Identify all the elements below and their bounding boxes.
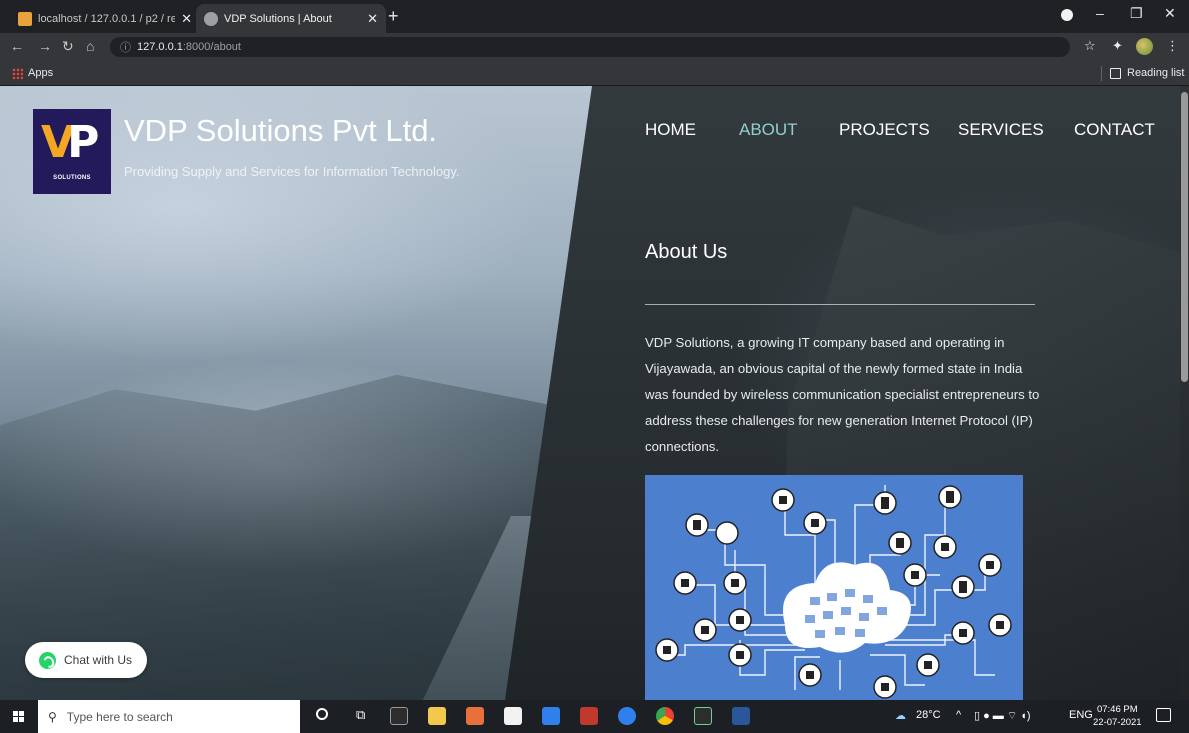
notification-icon[interactable]: [1156, 708, 1171, 722]
taskbar-search-input[interactable]: ⚲ Type here to search: [38, 700, 300, 733]
chrome-icon[interactable]: [656, 707, 674, 725]
url-path: :8000/about: [182, 41, 241, 53]
forward-icon[interactable]: →: [38, 38, 52, 54]
reading-list-button[interactable]: Reading list: [1127, 67, 1184, 79]
tab-phpmyadmin[interactable]: localhost / 127.0.0.1 / p2 / review ✕: [10, 4, 200, 33]
weather-icon: ☁: [895, 710, 906, 722]
close-tab-icon[interactable]: ✕: [181, 11, 192, 27]
nav-contact[interactable]: CONTACT: [1074, 120, 1155, 140]
cortana-icon[interactable]: [316, 708, 328, 720]
bookmark-star-icon[interactable]: ☆: [1084, 38, 1096, 54]
divider: [645, 304, 1035, 305]
windows-start-icon[interactable]: [13, 711, 25, 723]
nav-projects[interactable]: PROJECTS: [839, 120, 930, 140]
chat-label: Chat with Us: [64, 653, 133, 667]
nav-home[interactable]: HOME: [645, 120, 696, 140]
terminal-app-icon[interactable]: [390, 707, 408, 725]
screen: localhost / 127.0.0.1 / p2 / review ✕ VD…: [0, 0, 1189, 733]
notepad-plus-icon[interactable]: [694, 707, 712, 725]
bookmark-apps[interactable]: Apps: [28, 67, 53, 79]
mcafee-icon[interactable]: [580, 707, 598, 725]
apps-grid-icon[interactable]: [12, 68, 23, 79]
close-tab-icon[interactable]: ✕: [367, 11, 378, 27]
language-indicator[interactable]: ENG: [1069, 709, 1093, 721]
reload-icon[interactable]: ↻: [62, 38, 74, 55]
globe-icon: [204, 11, 218, 26]
weather-temp[interactable]: 28°C: [916, 709, 941, 721]
url-host: 127.0.0.1: [137, 41, 183, 53]
word-icon[interactable]: [732, 707, 750, 725]
reading-list-icon[interactable]: [1110, 68, 1121, 79]
page-viewport: VP SOLUTIONS VDP Solutions Pvt Ltd. Prov…: [0, 86, 1189, 700]
clock-date: 22-07-2021: [1093, 717, 1142, 728]
browser-toolbar: ← → ↻ ⌂ ⓘ 127.0.0.1:8000/about ☆ ✦ ⋮: [0, 33, 1189, 61]
logo-subtext: SOLUTIONS: [53, 175, 91, 181]
browser-tab-bar: localhost / 127.0.0.1 / p2 / review ✕ VD…: [0, 0, 1189, 33]
tab-title: VDP Solutions | About: [224, 12, 332, 25]
close-window-icon[interactable]: ✕: [1164, 5, 1176, 22]
clock-time: 07:46 PM: [1096, 704, 1138, 715]
site-logo[interactable]: VP SOLUTIONS: [33, 109, 111, 194]
restore-icon[interactable]: ❐: [1130, 5, 1143, 22]
iot-cloud-illustration: [645, 475, 1023, 700]
site-tagline: Providing Supply and Services for Inform…: [124, 164, 460, 179]
menu-icon[interactable]: ⋮: [1166, 38, 1179, 54]
divider: [1101, 66, 1102, 81]
search-icon: ⚲: [48, 709, 57, 724]
about-heading: About Us: [645, 241, 728, 263]
about-paragraph: VDP Solutions, a growing IT company base…: [645, 335, 1040, 454]
profile-icon[interactable]: [1061, 9, 1073, 21]
chat-with-us-button[interactable]: Chat with Us: [25, 642, 147, 678]
search-placeholder: Type here to search: [66, 709, 173, 724]
show-hidden-icons-icon[interactable]: ^: [956, 709, 961, 721]
tab-vdp-about[interactable]: VDP Solutions | About ✕: [196, 4, 386, 33]
phpmyadmin-icon: [18, 11, 32, 26]
tab-title: localhost / 127.0.0.1 / p2 / review: [38, 12, 176, 25]
taskbar-clock[interactable]: 07:46 PM 22-07-2021: [1093, 703, 1142, 729]
home-icon[interactable]: ⌂: [86, 38, 94, 54]
back-icon[interactable]: ←: [10, 38, 24, 54]
logo-mark: VP: [41, 117, 99, 168]
app-icon[interactable]: [618, 707, 636, 725]
file-explorer-icon[interactable]: [428, 707, 446, 725]
page-scrollbar[interactable]: [1180, 86, 1189, 700]
store-icon[interactable]: [504, 707, 522, 725]
iot-network-graphic: [655, 485, 1012, 699]
scrollbar-thumb[interactable]: [1181, 92, 1188, 382]
whatsapp-icon: [39, 651, 56, 669]
minimize-icon[interactable]: –: [1096, 5, 1104, 21]
nav-services[interactable]: SERVICES: [958, 120, 1044, 140]
new-tab-icon[interactable]: +: [388, 6, 399, 27]
mail-icon[interactable]: [542, 707, 560, 725]
avatar[interactable]: [1136, 38, 1153, 55]
extensions-icon[interactable]: ✦: [1112, 38, 1123, 54]
xampp-icon[interactable]: [466, 707, 484, 725]
site-info-icon[interactable]: ⓘ: [120, 39, 131, 55]
address-bar[interactable]: ⓘ 127.0.0.1:8000/about: [110, 37, 1070, 57]
bookmarks-bar: Apps Reading list: [0, 61, 1189, 86]
nav-about[interactable]: ABOUT: [739, 120, 798, 140]
task-view-icon[interactable]: ⧉: [356, 707, 365, 723]
tray-icons[interactable]: ▯ ● ▬ ⌔ ◖): [974, 709, 1031, 723]
site-title[interactable]: VDP Solutions Pvt Ltd.: [124, 113, 437, 149]
